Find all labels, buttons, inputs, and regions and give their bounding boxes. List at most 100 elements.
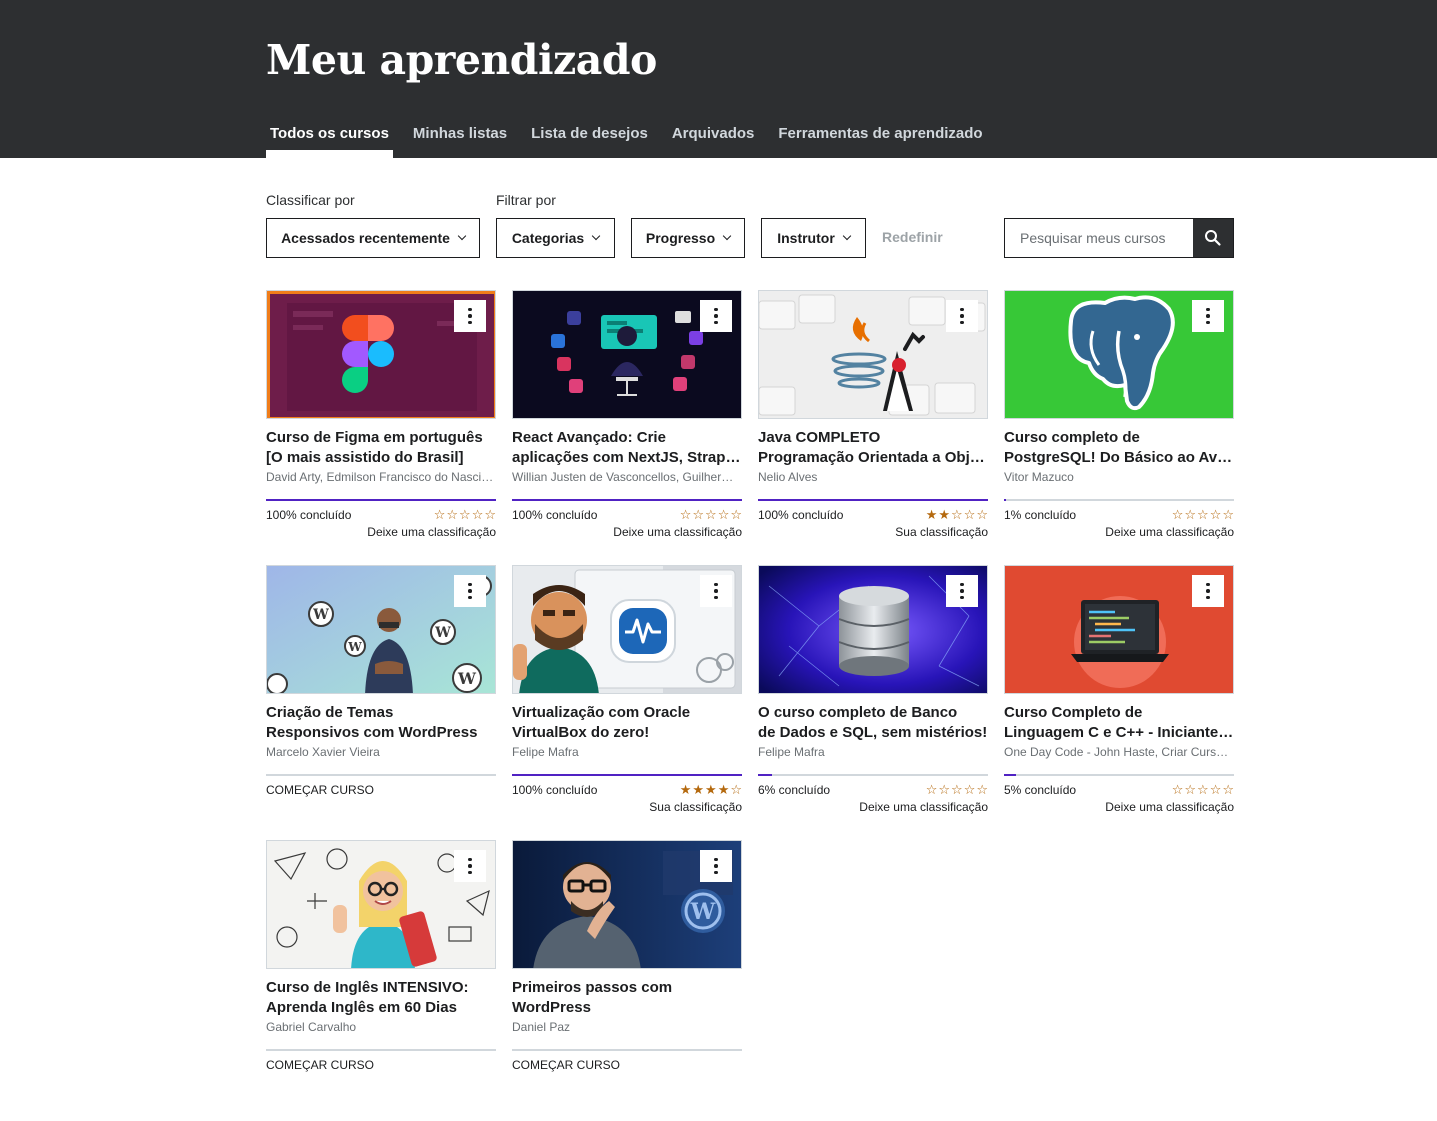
rating-label[interactable]: Deixe uma classificação <box>1004 525 1234 539</box>
star-empty-icon[interactable]: ☆ <box>730 783 742 797</box>
star-empty-icon[interactable]: ☆ <box>446 508 458 522</box>
course-thumbnail[interactable] <box>266 840 496 969</box>
course-thumbnail[interactable] <box>758 565 988 694</box>
start-course-link[interactable]: COMEÇAR CURSO <box>266 783 496 797</box>
course-card[interactable]: Curso de Inglês INTENSIVO: Aprenda Inglês… <box>266 840 496 1072</box>
start-course-link[interactable]: COMEÇAR CURSO <box>512 1058 742 1072</box>
star-empty-icon[interactable]: ☆ <box>964 508 976 522</box>
course-options-button[interactable] <box>700 300 732 332</box>
star-empty-icon[interactable]: ☆ <box>730 508 742 522</box>
course-thumbnail[interactable] <box>512 290 742 419</box>
course-title[interactable]: Virtualização com Oracle VirtualBox do ze… <box>512 703 742 742</box>
star-empty-icon[interactable]: ☆ <box>434 508 446 522</box>
star-filled-icon[interactable]: ★ <box>680 783 692 797</box>
rating-stars[interactable]: ☆ ☆ ☆ ☆ ☆ <box>680 508 742 522</box>
rating-label[interactable]: Sua classificação <box>512 800 742 814</box>
star-empty-icon[interactable]: ☆ <box>1172 783 1184 797</box>
rating-stars[interactable]: ☆ ☆ ☆ ☆ ☆ <box>1172 508 1234 522</box>
star-empty-icon[interactable]: ☆ <box>1210 508 1222 522</box>
search-input[interactable] <box>1005 219 1193 257</box>
star-empty-icon[interactable]: ☆ <box>1184 508 1196 522</box>
course-thumbnail[interactable] <box>266 290 496 419</box>
star-empty-icon[interactable]: ☆ <box>976 508 988 522</box>
star-empty-icon[interactable]: ☆ <box>1184 783 1196 797</box>
course-title[interactable]: Primeiros passos com WordPress <box>512 978 742 1017</box>
star-empty-icon[interactable]: ☆ <box>976 783 988 797</box>
star-empty-icon[interactable]: ☆ <box>1197 508 1209 522</box>
course-title[interactable]: Curso de Inglês INTENSIVO: Aprenda Inglês… <box>266 978 496 1017</box>
course-card[interactable]: Java COMPLETO Programação Orientada a Obj… <box>758 290 988 539</box>
rating-label[interactable]: Deixe uma classificação <box>758 800 988 814</box>
rating-label[interactable]: Sua classificação <box>758 525 988 539</box>
star-empty-icon[interactable]: ☆ <box>938 783 950 797</box>
star-empty-icon[interactable]: ☆ <box>484 508 496 522</box>
star-filled-icon[interactable]: ★ <box>705 783 717 797</box>
course-thumbnail[interactable] <box>1004 565 1234 694</box>
course-thumbnail[interactable] <box>1004 290 1234 419</box>
course-options-button[interactable] <box>454 575 486 607</box>
course-card[interactable]: Curso completo de PostgreSQL! Do Básico a… <box>1004 290 1234 539</box>
course-options-button[interactable] <box>454 850 486 882</box>
star-filled-icon[interactable]: ★ <box>926 508 938 522</box>
star-empty-icon[interactable]: ☆ <box>1172 508 1184 522</box>
rating-label[interactable]: Deixe uma classificação <box>512 525 742 539</box>
star-empty-icon[interactable]: ☆ <box>472 508 484 522</box>
rating-label[interactable]: Deixe uma classificação <box>1004 800 1234 814</box>
star-empty-icon[interactable]: ☆ <box>692 508 704 522</box>
course-card[interactable]: Virtualização com Oracle VirtualBox do ze… <box>512 565 742 814</box>
star-filled-icon[interactable]: ★ <box>718 783 730 797</box>
course-title[interactable]: Curso de Figma em português [O mais assis… <box>266 428 496 467</box>
tab-archived[interactable]: Arquivados <box>668 112 759 158</box>
course-title[interactable]: Curso completo de PostgreSQL! Do Básico a… <box>1004 428 1234 467</box>
rating-stars[interactable]: ☆ ☆ ☆ ☆ ☆ <box>434 508 496 522</box>
course-options-button[interactable] <box>454 300 486 332</box>
course-thumbnail[interactable]: W W W W <box>266 565 496 694</box>
rating-stars[interactable]: ★ ★ ★ ★ ☆ <box>680 783 742 797</box>
start-course-link[interactable]: COMEÇAR CURSO <box>266 1058 496 1072</box>
star-empty-icon[interactable]: ☆ <box>1222 508 1234 522</box>
star-empty-icon[interactable]: ☆ <box>705 508 717 522</box>
star-empty-icon[interactable]: ☆ <box>459 508 471 522</box>
star-filled-icon[interactable]: ★ <box>938 508 950 522</box>
course-thumbnail[interactable]: W <box>512 840 742 969</box>
course-thumbnail[interactable] <box>758 290 988 419</box>
course-card[interactable]: Curso Completo de Linguagem C e C++ - Ini… <box>1004 565 1234 814</box>
course-title[interactable]: React Avançado: Crie aplicações com NextJ… <box>512 428 742 467</box>
tab-all-courses[interactable]: Todos os cursos <box>266 112 393 158</box>
course-title[interactable]: Java COMPLETO Programação Orientada a Obj… <box>758 428 988 467</box>
star-empty-icon[interactable]: ☆ <box>964 783 976 797</box>
tab-my-lists[interactable]: Minhas listas <box>409 112 511 158</box>
categories-dropdown[interactable]: Categorias <box>496 218 615 258</box>
rating-stars[interactable]: ☆ ☆ ☆ ☆ ☆ <box>1172 783 1234 797</box>
star-empty-icon[interactable]: ☆ <box>680 508 692 522</box>
search-button[interactable] <box>1193 219 1233 257</box>
star-empty-icon[interactable]: ☆ <box>1210 783 1222 797</box>
star-empty-icon[interactable]: ☆ <box>926 783 938 797</box>
star-filled-icon[interactable]: ★ <box>692 783 704 797</box>
course-thumbnail[interactable] <box>512 565 742 694</box>
course-options-button[interactable] <box>700 575 732 607</box>
course-title[interactable]: Curso Completo de Linguagem C e C++ - Ini… <box>1004 703 1234 742</box>
tab-learning-tools[interactable]: Ferramentas de aprendizado <box>774 112 986 158</box>
star-empty-icon[interactable]: ☆ <box>951 508 963 522</box>
instructor-dropdown[interactable]: Instrutor <box>761 218 866 258</box>
course-options-button[interactable] <box>700 850 732 882</box>
rating-stars[interactable]: ☆ ☆ ☆ ☆ ☆ <box>926 783 988 797</box>
course-options-button[interactable] <box>1192 575 1224 607</box>
rating-stars[interactable]: ★ ★ ☆ ☆ ☆ <box>926 508 988 522</box>
star-empty-icon[interactable]: ☆ <box>1197 783 1209 797</box>
course-card[interactable]: W W W W Criação de Temas Responsivos com Wor… <box>266 565 496 797</box>
progress-dropdown[interactable]: Progresso <box>631 218 745 258</box>
course-card[interactable]: W Primeiros passos com WordPress Daniel P… <box>512 840 742 1072</box>
star-empty-icon[interactable]: ☆ <box>1222 783 1234 797</box>
course-card[interactable]: React Avançado: Crie aplicações com NextJ… <box>512 290 742 539</box>
course-title[interactable]: Criação de Temas Responsivos com WordPres… <box>266 703 496 742</box>
course-options-button[interactable] <box>946 575 978 607</box>
course-options-button[interactable] <box>1192 300 1224 332</box>
tab-wishlist[interactable]: Lista de desejos <box>527 112 652 158</box>
course-options-button[interactable] <box>946 300 978 332</box>
star-empty-icon[interactable]: ☆ <box>718 508 730 522</box>
course-card[interactable]: Curso de Figma em português [O mais assis… <box>266 290 496 539</box>
reset-filters-button[interactable]: Redefinir <box>882 229 943 245</box>
course-title[interactable]: O curso completo de Banco de Dados e SQL,… <box>758 703 988 742</box>
